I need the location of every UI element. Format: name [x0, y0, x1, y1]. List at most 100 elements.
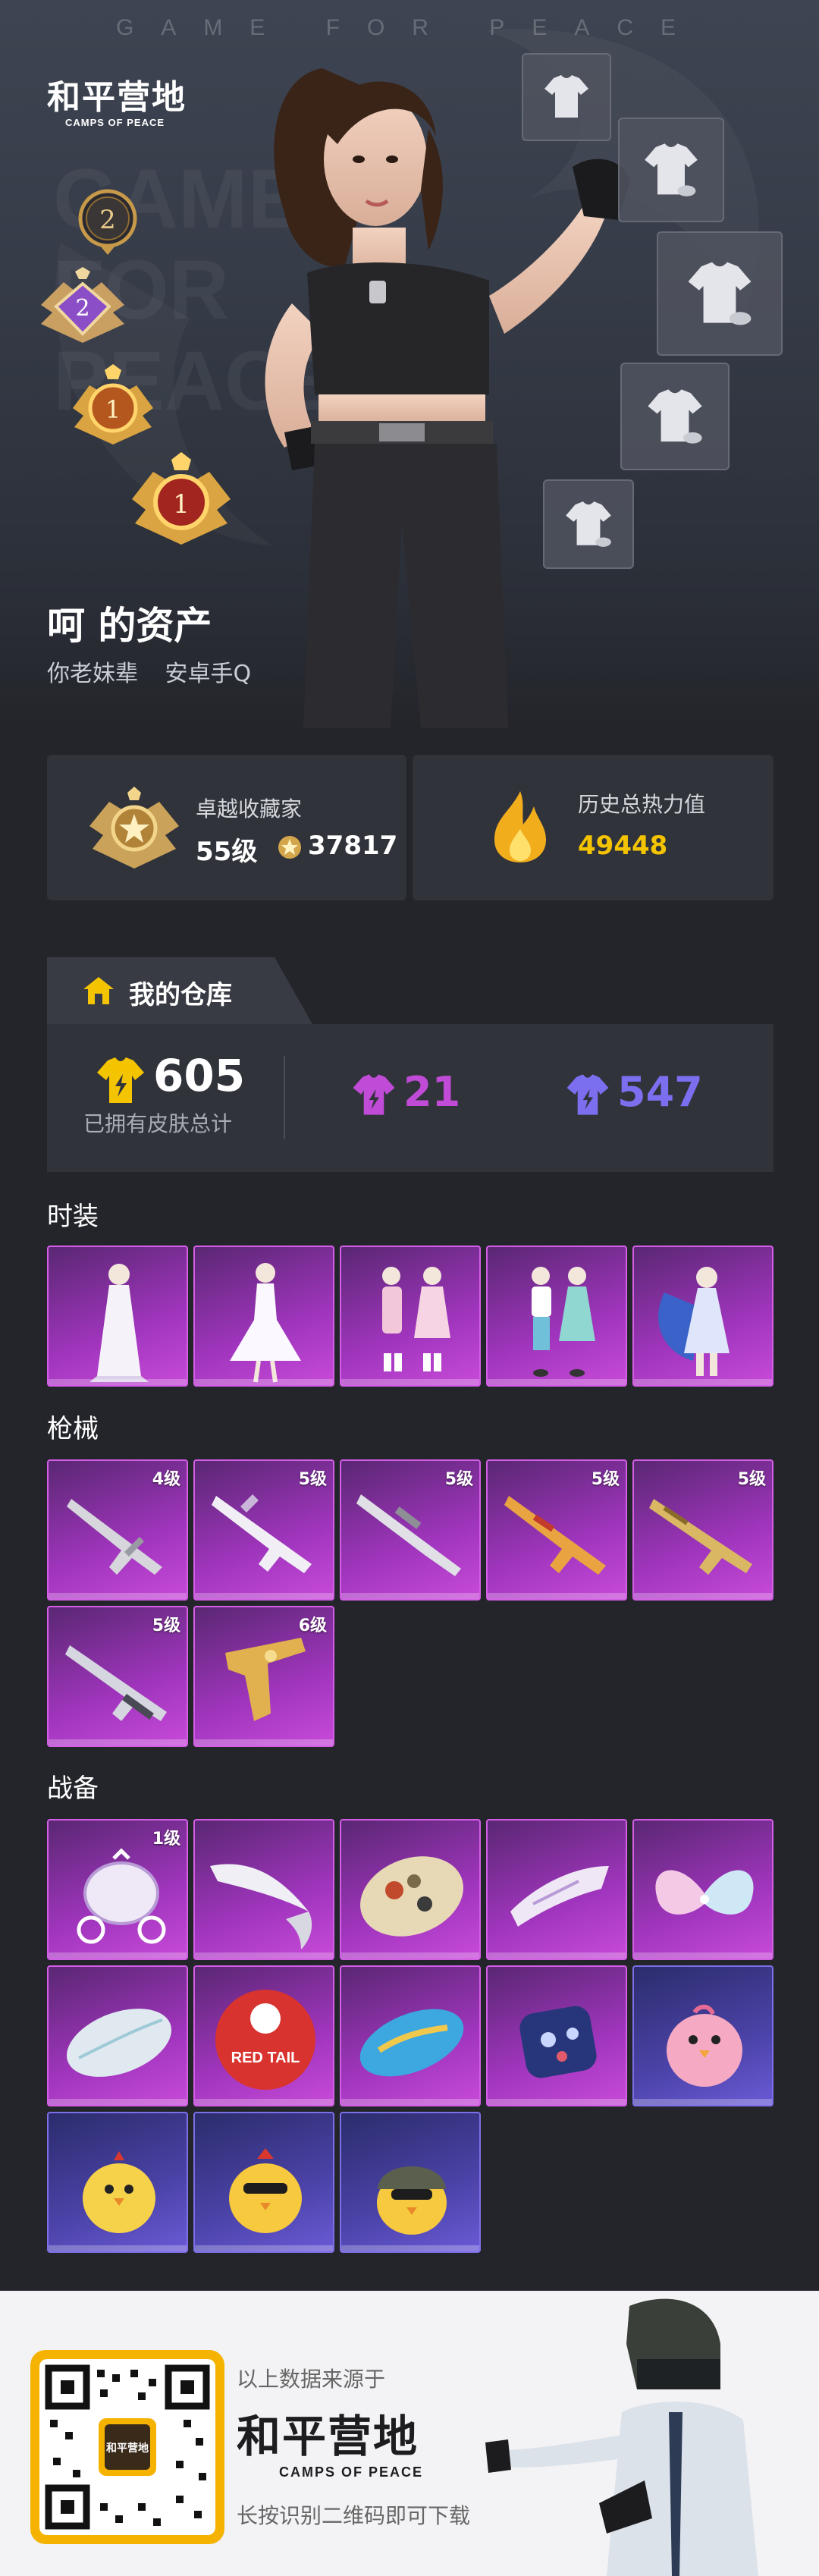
- collector-points: 37817: [308, 831, 398, 861]
- gear-item-9[interactable]: [486, 1965, 627, 2106]
- download-instruction: 长按识别二维码即可下载: [237, 2503, 471, 2528]
- mint-pair-outfit-icon: [532, 1267, 595, 1377]
- weapon-item-7[interactable]: 6级: [193, 1606, 334, 1747]
- owner-name: 你老妹辈: [47, 661, 138, 687]
- weapon-item-1[interactable]: 4级: [47, 1459, 188, 1601]
- gear-item-11[interactable]: [47, 2112, 188, 2253]
- collector-medal-icon: [89, 787, 179, 869]
- outfits-grid: [47, 1246, 774, 1387]
- outfit-shirt-icon: [522, 53, 611, 141]
- rank-badge-purple-icon: 2: [41, 267, 124, 343]
- download-footer: 和平营地 以上数据来源于 和平营地 CAMPS OF PEACE 长按识别二维码…: [0, 2291, 819, 2576]
- gear-item-5[interactable]: [632, 1819, 774, 1960]
- outfit-item-3[interactable]: [340, 1246, 481, 1387]
- item-level: 5级: [591, 1470, 620, 1489]
- weapons-grid: 4级 5级 5级 5级 5级 5级 6级: [47, 1459, 774, 1747]
- total-skins-count: 605: [153, 1050, 246, 1101]
- gear-item-8[interactable]: [340, 1965, 481, 2106]
- outfit-item-4[interactable]: [486, 1246, 627, 1387]
- camo-parachute-icon: [360, 1856, 463, 1937]
- flame-icon: [494, 791, 546, 862]
- weapons-section-title: 枪械: [47, 1414, 99, 1444]
- outfit-shirt-icon: [543, 479, 634, 569]
- heat-stat-card: 历史总热力值 49448: [413, 755, 774, 900]
- wing-glider-icon: [210, 1864, 312, 1949]
- blue-wing-outfit-icon: [658, 1267, 730, 1376]
- red-tail-parachute-icon: RED TAIL: [215, 1990, 315, 2090]
- pink-chick-mascot-icon: [667, 2004, 742, 2087]
- home-icon: [83, 977, 114, 1004]
- item-level: 5级: [152, 1616, 180, 1635]
- heat-label: 历史总热力值: [578, 792, 706, 817]
- gear-item-6[interactable]: [47, 1965, 188, 2106]
- rank-badge-silver-icon: 2: [78, 189, 137, 255]
- parachute-text: RED TAIL: [231, 2050, 300, 2066]
- butterfly-wing-icon: [655, 1870, 754, 1915]
- outfit-item-1[interactable]: [47, 1246, 188, 1387]
- weapon-item-3[interactable]: 5级: [340, 1459, 481, 1601]
- outfits-section-title: 时装: [47, 1202, 99, 1232]
- footer-logo-chinese: 和平营地: [237, 2411, 419, 2462]
- item-level: 5级: [444, 1470, 473, 1489]
- character-portrait-image: [265, 68, 629, 728]
- weapon-item-2[interactable]: 5级: [193, 1459, 334, 1601]
- outfit-shirt-icon: [620, 363, 730, 470]
- pink-pair-outfit-icon: [382, 1267, 450, 1371]
- outfit-item-2[interactable]: [193, 1246, 334, 1387]
- outfit-shirt-icon: [618, 118, 724, 222]
- purple-shirt-icon: [353, 1074, 395, 1115]
- owner-platform: 安卓手Q: [165, 661, 252, 687]
- gear-item-1[interactable]: 1级: [47, 1819, 188, 1960]
- gear-item-3[interactable]: [340, 1819, 481, 1960]
- white-gown-outfit-icon: [230, 1263, 301, 1383]
- item-level: 6级: [298, 1616, 327, 1635]
- item-level: 1级: [152, 1830, 180, 1849]
- blue-skins-count: 547: [617, 1068, 703, 1116]
- blue-pattern-backpack-icon: [519, 2006, 597, 2078]
- hero-banner: GAME FOR PEACE GAME FOR PEACE 和平营地 CAMPS…: [0, 0, 819, 728]
- qr-center-logo: 和平营地: [106, 2442, 149, 2455]
- qr-code[interactable]: 和平营地: [30, 2350, 224, 2544]
- badge-number: 2: [75, 295, 89, 322]
- white-dress-outfit-icon: [89, 1264, 149, 1382]
- outfit-shirt-icon: [657, 231, 783, 356]
- collector-level: 55级: [196, 837, 258, 867]
- qr-pattern-icon: 和平营地: [45, 2364, 210, 2530]
- gear-item-7[interactable]: RED TAIL: [193, 1965, 334, 2106]
- weapon-item-6[interactable]: 5级: [47, 1606, 188, 1747]
- blue-shirt-icon: [566, 1074, 609, 1115]
- warehouse-tab-label: 我的仓库: [129, 980, 232, 1010]
- weapon-item-4[interactable]: 5级: [486, 1459, 627, 1601]
- item-level: 4级: [152, 1470, 180, 1489]
- source-text: 以上数据来源于: [237, 2367, 386, 2392]
- gear-item-12[interactable]: [193, 2112, 334, 2253]
- gear-item-2[interactable]: [193, 1819, 334, 1960]
- gear-section-title: 战备: [47, 1773, 99, 1804]
- hero-tagline: GAME FOR PEACE: [115, 15, 704, 40]
- outfit-item-5[interactable]: [632, 1246, 774, 1387]
- pearl-parachute-icon: [66, 2009, 172, 2077]
- owner-info: 你老妹辈 安卓手Q: [47, 655, 271, 688]
- collector-label: 卓越收藏家: [196, 796, 303, 821]
- gear-item-10[interactable]: [632, 1965, 774, 2106]
- weapon-item-5[interactable]: 5级: [632, 1459, 774, 1601]
- heat-value: 49448: [578, 831, 668, 861]
- gear-item-13[interactable]: [340, 2112, 481, 2253]
- chick-sunglasses-mascot-icon: [229, 2148, 302, 2233]
- white-glider-icon: [510, 1866, 609, 1927]
- item-level: 5级: [298, 1470, 327, 1489]
- warehouse-tab[interactable]: 我的仓库: [47, 957, 312, 1024]
- blue-parachute-icon: [359, 2009, 464, 2077]
- badge-number: 2: [99, 205, 116, 235]
- logo-chinese: 和平营地: [47, 78, 187, 117]
- footer-logo: 和平营地 CAMPS OF PEACE: [237, 2401, 423, 2480]
- points-coin-icon: [278, 836, 301, 859]
- purple-skins-count: 21: [403, 1068, 461, 1116]
- gear-item-4[interactable]: [486, 1819, 627, 1960]
- warehouse-summary: 605 已拥有皮肤总计 21 547: [47, 1024, 774, 1172]
- item-level: 5级: [737, 1470, 766, 1489]
- chick-helmet-mascot-icon: [377, 2166, 447, 2235]
- divider: [284, 1056, 285, 1139]
- owner-assets-title: 呵 的资产: [47, 604, 212, 648]
- footer-logo-english: CAMPS OF PEACE: [279, 2464, 424, 2480]
